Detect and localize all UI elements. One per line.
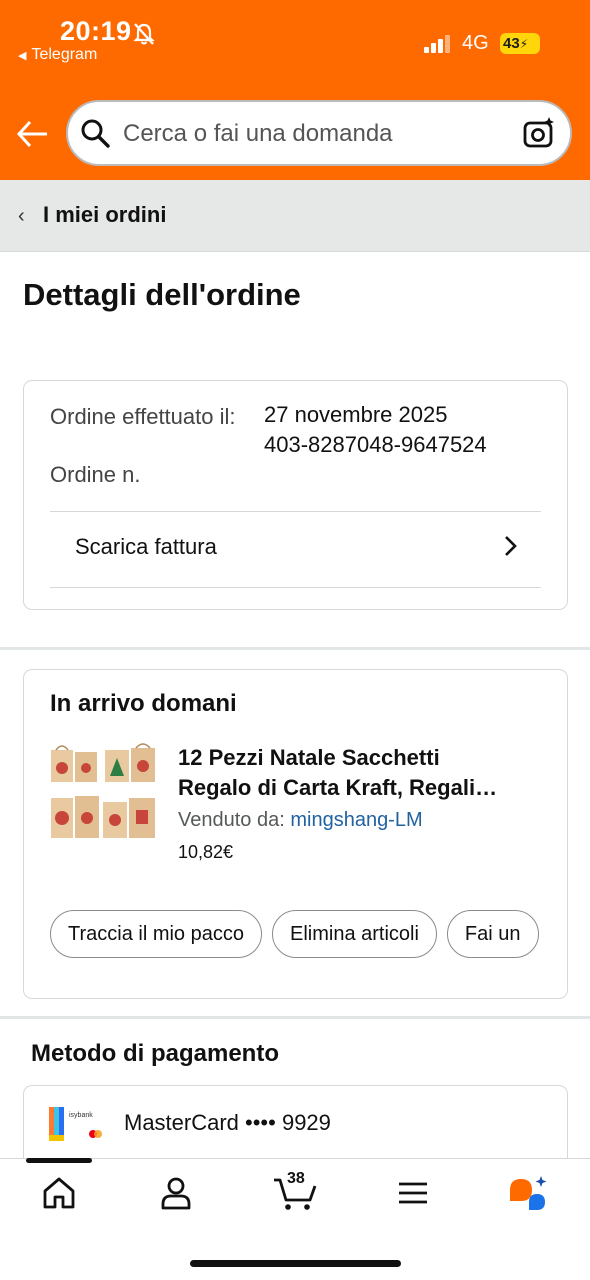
ask-question-button[interactable]: Fai un — [446, 910, 539, 958]
seller-prefix: Venduto da: — [178, 809, 285, 831]
action-chips: Traccia il mio pacco Elimina articoli Fai … — [50, 910, 548, 960]
seller-link[interactable]: mingshang-LM — [290, 809, 422, 831]
bell-muted-icon — [133, 23, 155, 45]
payment-section-title: Metodo di pagamento — [31, 1040, 279, 1067]
product-title[interactable]: 12 Pezzi Natale Sacchetti Regalo di Carta… — [178, 743, 538, 803]
divider — [50, 511, 541, 512]
product-image[interactable] — [48, 740, 158, 844]
delivery-status-title: In arrivo domani — [50, 690, 237, 717]
section-separator — [0, 647, 590, 650]
isybank-card-logo: isybank — [49, 1107, 102, 1141]
back-arrow-icon[interactable] — [16, 117, 50, 151]
seller-line: Venduto da: mingshang-LM — [178, 809, 423, 832]
chevron-left-icon: ‹ — [18, 205, 25, 227]
signal-icon — [424, 35, 450, 53]
product-title-line: 12 Pezzi Natale Sacchetti — [178, 745, 440, 770]
charging-icon: ⚡ — [519, 37, 529, 51]
breadcrumb-my-orders[interactable]: I miei ordini — [43, 202, 166, 228]
order-number-value: 403-8287048-9647524 — [264, 432, 487, 457]
battery-indicator: 43⚡ — [500, 33, 540, 54]
account-icon[interactable] — [157, 1174, 195, 1212]
order-date-value: 27 novembre 2025 — [264, 402, 448, 427]
section-separator — [0, 1016, 590, 1019]
search-icon — [81, 119, 110, 148]
order-date-label: Ordine effettuato il: — [50, 404, 236, 429]
active-tab-indicator — [26, 1158, 92, 1163]
menu-icon[interactable] — [394, 1174, 432, 1212]
order-number-label: Ordine n. — [50, 462, 141, 487]
product-price: 10,82€ — [178, 842, 234, 862]
battery-level: 43 — [503, 35, 520, 52]
chevron-right-icon — [505, 536, 517, 556]
search-placeholder: Cerca o fai una domanda — [123, 120, 393, 147]
network-label: 4G — [462, 32, 489, 54]
divider — [50, 587, 541, 588]
track-package-button[interactable]: Traccia il mio pacco — [50, 910, 262, 958]
product-title-line: Regalo di Carta Kraft, Regali… — [178, 775, 498, 800]
status-time: 20:19 — [60, 16, 132, 46]
back-triangle-icon: ◀ — [18, 50, 27, 62]
page-title: Dettagli dell'ordine — [23, 277, 301, 312]
assistant-icon[interactable] — [507, 1174, 551, 1212]
app-root: 20:19 ◀ Telegram 4G 43⚡ Cerca o fai una d… — [0, 0, 590, 1280]
svg-text:isybank: isybank — [69, 1112, 93, 1119]
download-invoice-link[interactable]: Scarica fattura — [75, 534, 217, 560]
remove-items-button[interactable]: Elimina articoli — [271, 910, 437, 958]
home-indicator — [190, 1260, 401, 1267]
payment-card-label: MasterCard •••• 9929 — [124, 1110, 331, 1135]
camera-search-icon[interactable] — [522, 116, 556, 150]
home-icon[interactable] — [40, 1174, 78, 1212]
cart-count-badge: 38 — [287, 1170, 305, 1187]
back-app-label: Telegram — [31, 46, 98, 63]
back-to-app-link[interactable]: ◀ Telegram — [18, 46, 97, 64]
